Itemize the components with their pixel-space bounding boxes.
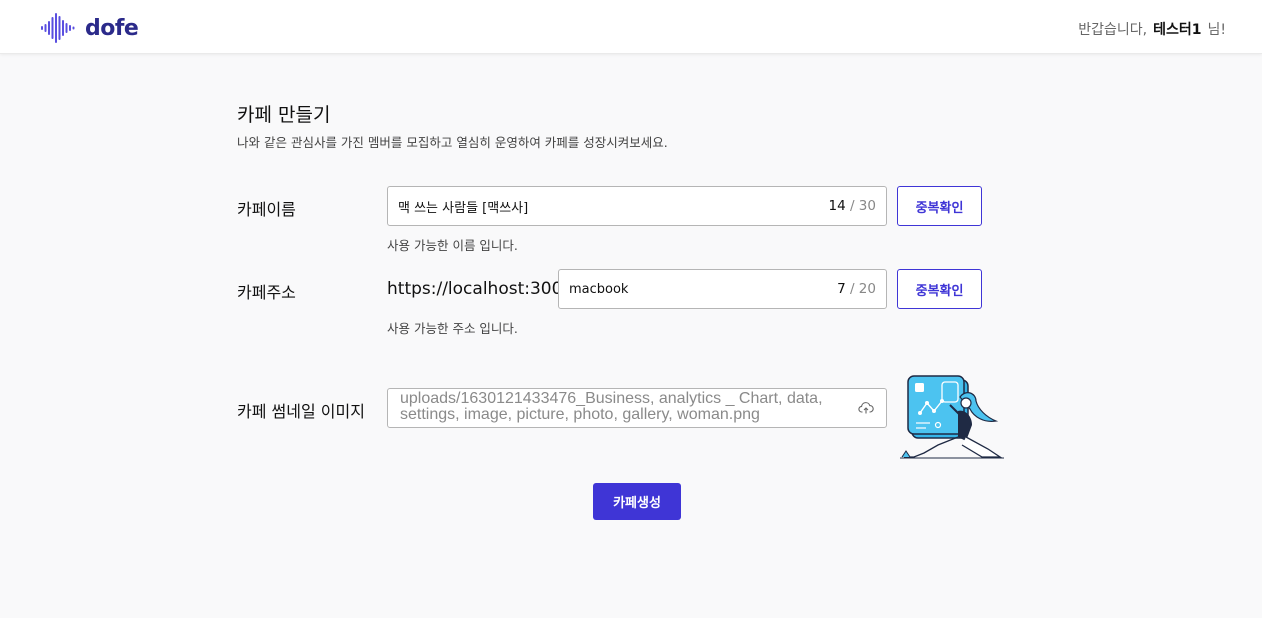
thumbnail-file-input[interactable]: uploads/1630121433476_Business, analytic… [387,388,887,428]
logo[interactable]: dofe [41,12,139,44]
cafe-name-max: / 30 [849,198,876,214]
cafe-url-counter: 7 / 20 [837,281,876,297]
cafe-url-label: 카페주소 [237,283,296,302]
thumbnail-label: 카페 썸네일 이미지 [237,402,365,421]
cafe-name-counter: 14 / 30 [828,198,876,214]
user-greeting: 반갑습니다, 테스터1 님! [1078,19,1226,39]
cafe-name-count: 14 [828,198,846,214]
user-name[interactable]: 테스터1 [1153,19,1201,39]
cafe-name-check-button[interactable]: 중복확인 [897,186,982,226]
cafe-url-check-button[interactable]: 중복확인 [897,269,982,309]
cafe-url-value: macbook [569,281,629,297]
logo-text: dofe [85,15,139,41]
cafe-name-helper: 사용 가능한 이름 입니다. [387,238,518,253]
cafe-name-input[interactable]: 맥 쓰는 사람들 [맥쓰사] 14 / 30 [387,186,887,226]
cafe-name-label: 카페이름 [237,200,296,219]
cafe-url-input[interactable]: macbook 7 / 20 [558,269,887,309]
soundwave-icon [41,13,75,43]
analytics-illustration [900,375,1004,459]
cafe-name-value: 맥 쓰는 사람들 [맥쓰사] [398,200,529,216]
greeting-prefix: 반갑습니다, [1078,22,1148,38]
cafe-url-prefix: https://localhost:3000/ [387,279,579,299]
cafe-url-max: / 20 [849,281,876,297]
page-subtitle: 나와 같은 관심사를 가진 멤버를 모집하고 열심히 운영하여 카페를 성장시켜… [237,135,668,150]
top-header: dofe 반갑습니다, 테스터1 님! [0,0,1262,54]
page-title: 카페 만들기 [237,104,331,126]
cafe-url-helper: 사용 가능한 주소 입니다. [387,321,518,336]
cloud-upload-icon[interactable] [858,400,874,416]
cafe-url-count: 7 [837,281,846,297]
greeting-suffix: 님! [1207,22,1227,38]
create-cafe-button[interactable]: 카페생성 [593,483,681,520]
